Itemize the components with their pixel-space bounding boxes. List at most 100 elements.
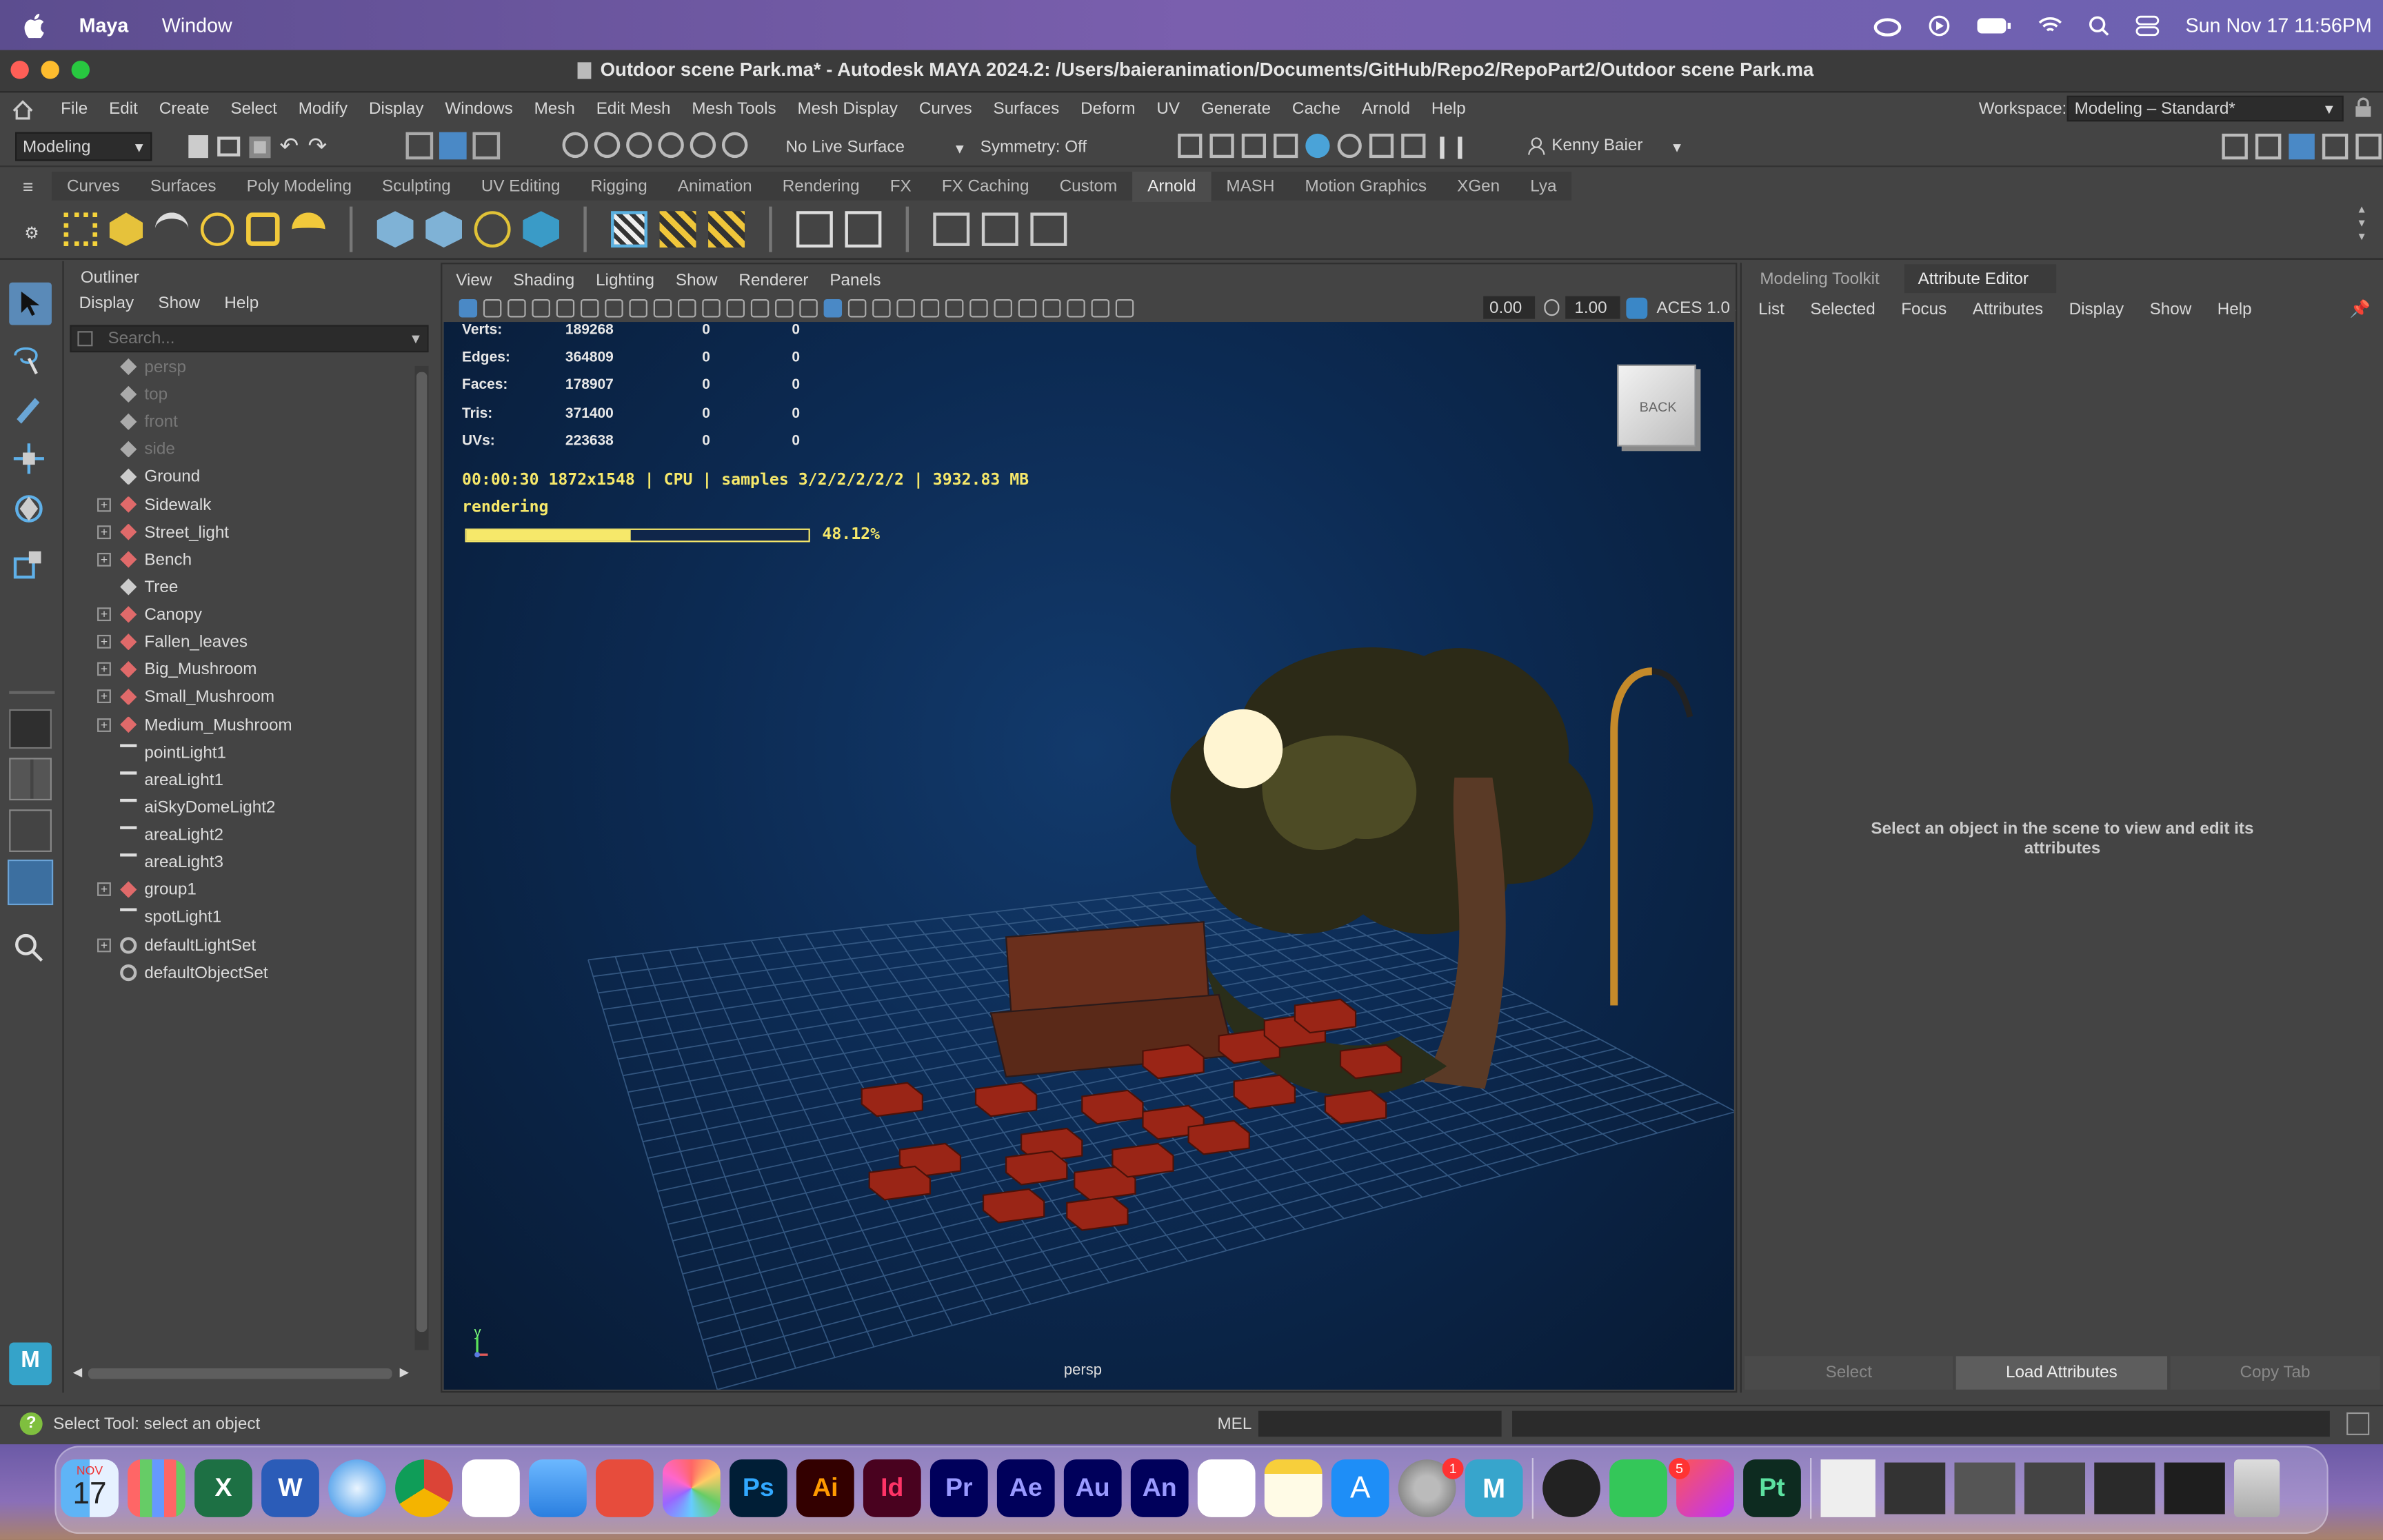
expand-icon[interactable]: +: [97, 497, 111, 511]
select-object-icon[interactable]: [439, 132, 467, 160]
safe-action-icon[interactable]: [750, 299, 770, 318]
mel-label[interactable]: MEL: [1217, 1414, 1251, 1435]
outliner-menu-show[interactable]: Show: [158, 293, 200, 314]
gamma-icon[interactable]: [1544, 299, 1560, 316]
outliner-item-defaultlightset[interactable]: + defaultLightSet: [70, 932, 413, 960]
live-surface-label[interactable]: No Live Surface: [786, 136, 905, 158]
outliner-item-ground[interactable]: Ground: [70, 464, 413, 492]
render-sequence-icon[interactable]: [1369, 133, 1394, 159]
expand-icon[interactable]: +: [97, 552, 111, 567]
substance-painter-icon[interactable]: Pt: [1743, 1459, 1801, 1517]
outliner-item-spotlight1[interactable]: spotLight1: [70, 904, 413, 932]
use-lights-icon[interactable]: [896, 299, 915, 318]
snap-view-icon[interactable]: [658, 132, 684, 159]
shelf-tab-poly-modeling[interactable]: Poly Modeling: [232, 171, 367, 201]
menu-create[interactable]: Create: [148, 99, 220, 120]
shelf-tab-rendering[interactable]: Rendering: [767, 171, 875, 201]
user-account[interactable]: Kenny Baier ▼: [1521, 132, 1688, 161]
viewport-menu-view[interactable]: View: [456, 270, 492, 292]
menuset-dropdown[interactable]: Modeling ▼: [15, 132, 152, 161]
menu-surfaces[interactable]: Surfaces: [983, 99, 1070, 120]
battery-icon[interactable]: [1975, 17, 2012, 34]
render-region-icon[interactable]: [981, 212, 1018, 246]
color-management-icon[interactable]: [1626, 297, 1648, 319]
scrollbar-thumb[interactable]: [416, 372, 428, 1333]
outliner-item-big-mushroom[interactable]: + Big_Mushroom: [70, 656, 413, 684]
select-component-icon[interactable]: [472, 132, 501, 160]
indesign-icon[interactable]: Id: [863, 1459, 921, 1517]
app-name[interactable]: Maya: [79, 14, 129, 37]
render-settings-icon[interactable]: [1274, 133, 1298, 159]
modeling-toolkit-icon[interactable]: [2222, 133, 2248, 160]
expand-icon[interactable]: +: [97, 938, 111, 952]
outliner-item-persp[interactable]: persp: [70, 354, 413, 381]
menu-cache[interactable]: Cache: [1282, 99, 1351, 120]
clock[interactable]: Sun Nov 17 11:56PM: [2185, 14, 2371, 37]
arnold-render-icon[interactable]: [1401, 133, 1426, 159]
photos-icon[interactable]: [662, 1459, 721, 1517]
single-perspective-layout[interactable]: [9, 709, 52, 749]
recent-stack-icon[interactable]: [2094, 1462, 2155, 1514]
snap-surface-icon[interactable]: [690, 132, 716, 159]
outliner-item-front[interactable]: front: [70, 409, 413, 436]
xray-components-icon[interactable]: [1115, 299, 1134, 318]
close-button[interactable]: [10, 61, 29, 79]
wireframe-on-shaded-icon[interactable]: [847, 299, 867, 318]
gate-mask-icon[interactable]: [702, 299, 721, 318]
flush-cache-icon[interactable]: [611, 211, 647, 248]
select-camera-icon[interactable]: [459, 299, 478, 318]
outliner-item-canopy[interactable]: + Canopy: [70, 602, 413, 629]
notes-icon[interactable]: [1264, 1459, 1323, 1517]
expand-icon[interactable]: +: [97, 525, 111, 539]
symmetry-label[interactable]: Symmetry: Off: [981, 136, 1087, 158]
arnold-icon[interactable]: [1542, 1459, 1600, 1517]
xray-joints-icon[interactable]: [1091, 299, 1109, 318]
render-play-icon[interactable]: [1030, 212, 1067, 246]
shadows-icon[interactable]: [921, 299, 940, 318]
depth-of-field-icon[interactable]: [1018, 299, 1037, 318]
view-cube[interactable]: BACK: [1617, 364, 1696, 447]
redo-icon[interactable]: ↷: [308, 134, 328, 157]
search-icon[interactable]: [14, 933, 44, 963]
wireframe-icon[interactable]: [799, 299, 818, 318]
expand-icon[interactable]: +: [97, 635, 111, 649]
outliner-vscrollbar[interactable]: [414, 365, 429, 1350]
shelf-tab-fx-caching[interactable]: FX Caching: [927, 171, 1045, 201]
shelf-menu-icon[interactable]: ≡: [23, 176, 33, 198]
outliner-item-arealight1[interactable]: areaLight1: [70, 767, 413, 794]
mesh-light-icon[interactable]: [200, 212, 234, 246]
shelf-tab-surfaces[interactable]: Surfaces: [135, 171, 232, 201]
after-effects-icon[interactable]: Ae: [996, 1459, 1055, 1517]
motion-blur-icon[interactable]: [969, 299, 988, 318]
ae-menu-help[interactable]: Help: [2218, 299, 2252, 321]
grease-pencil-icon[interactable]: [605, 299, 623, 318]
ae-select-button[interactable]: Select: [1744, 1356, 1953, 1390]
grid-icon[interactable]: [629, 299, 647, 318]
play-icon[interactable]: [1929, 15, 1950, 37]
volume-icon[interactable]: [474, 211, 511, 248]
viewport-field-b[interactable]: 1.00: [1565, 296, 1620, 319]
new-scene-icon[interactable]: [188, 135, 208, 159]
four-view-layout[interactable]: [9, 758, 52, 801]
menu-curves[interactable]: Curves: [908, 99, 983, 120]
calendar-icon[interactable]: NOV 17: [73, 1459, 520, 1517]
outliner-item-pointlight1[interactable]: pointLight1: [70, 739, 413, 767]
outliner-search-field[interactable]: ▼: [70, 325, 429, 353]
light-manager-icon[interactable]: [659, 211, 696, 248]
shelf-scrollbar[interactable]: ▲ ▼ ▼: [2353, 203, 2371, 249]
outliner-item-top[interactable]: top: [70, 381, 413, 409]
audition-icon[interactable]: Au: [1063, 1459, 1122, 1517]
hypershade-icon[interactable]: [1305, 133, 1330, 159]
shelf-tab-curves[interactable]: Curves: [52, 171, 135, 201]
viewport-menu-lighting[interactable]: Lighting: [596, 270, 654, 292]
tab-modeling-toolkit[interactable]: Modeling Toolkit: [1748, 264, 1900, 293]
premiere-icon[interactable]: Pr: [929, 1459, 988, 1517]
launchpad-icon[interactable]: [128, 1459, 185, 1517]
menu-mesh-display[interactable]: Mesh Display: [787, 99, 908, 120]
lock-camera-icon[interactable]: [483, 299, 502, 318]
ae-load-attributes-button[interactable]: Load Attributes: [1955, 1356, 2168, 1390]
outliner-toggle-icon[interactable]: [2355, 133, 2382, 160]
home-icon[interactable]: [12, 100, 34, 120]
facetime-icon[interactable]: [1609, 1459, 1667, 1517]
scroll-right-icon[interactable]: ▶: [400, 1362, 410, 1384]
